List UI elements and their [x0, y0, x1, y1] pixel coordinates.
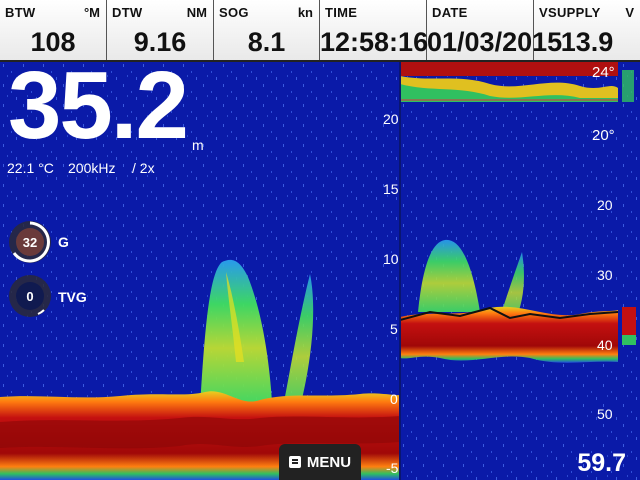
- scale-label: 5: [390, 321, 398, 337]
- scale-label: 15: [383, 181, 399, 197]
- vsupply-field[interactable]: VSUPPLY V 13.9: [534, 0, 640, 60]
- vsupply-value: 13.9: [560, 27, 614, 57]
- temperature-mark: 20°: [592, 127, 615, 144]
- scale-label: 20: [383, 111, 399, 127]
- gain-dial[interactable]: 32: [8, 220, 52, 264]
- scale-label: 10: [383, 251, 399, 267]
- range-readout: 59.7: [577, 449, 626, 477]
- date-field[interactable]: DATE 01/03/2015: [427, 0, 563, 60]
- tvg-label: TVG: [58, 289, 87, 305]
- btw-field[interactable]: BTW °M 108: [0, 0, 107, 60]
- dtw-field[interactable]: DTW NM 9.16: [107, 0, 214, 60]
- date-label: DATE: [432, 5, 468, 20]
- menu-button[interactable]: MENU: [279, 444, 361, 480]
- zoom-level: / 2x: [132, 160, 155, 176]
- btw-unit: °M: [83, 5, 100, 20]
- btw-label: BTW: [5, 5, 36, 20]
- time-field[interactable]: TIME 12:58:16: [320, 0, 429, 60]
- tvg-dial[interactable]: 0: [8, 274, 52, 318]
- time-label: TIME: [325, 5, 358, 20]
- dtw-label: DTW: [112, 5, 143, 20]
- depth-readout: 35.2: [8, 52, 189, 159]
- vsupply-unit: V: [625, 5, 634, 20]
- time-value: 12:58:16: [320, 27, 429, 57]
- sog-unit: kn: [297, 5, 313, 20]
- temperature-mark: 24°: [592, 64, 615, 81]
- sog-label: SOG: [219, 5, 249, 20]
- zoom-scale-label: 50: [597, 406, 613, 422]
- pane-divider[interactable]: [399, 62, 401, 480]
- gain-label: G: [58, 234, 69, 250]
- water-temperature: 22.1 °C: [7, 160, 54, 176]
- vsupply-label: VSUPPLY: [539, 5, 601, 20]
- zoom-scale-label: 20: [597, 197, 613, 213]
- menu-label: MENU: [306, 453, 352, 471]
- tvg-value: 0: [26, 289, 33, 304]
- sonar-frequency: 200kHz: [68, 160, 116, 176]
- zoom-scale-label: 30: [597, 267, 613, 283]
- date-value: 01/03/2015: [427, 27, 563, 57]
- sog-value: 8.1: [247, 27, 286, 57]
- scale-label: 0: [390, 391, 398, 407]
- scale-label: -5: [386, 460, 399, 476]
- gain-value: 32: [23, 235, 37, 250]
- menu-icon: [288, 456, 301, 468]
- zoom-scale-label: 40: [597, 337, 613, 353]
- sog-field[interactable]: SOG kn 8.1: [214, 0, 320, 60]
- dtw-unit: NM: [186, 5, 207, 20]
- depth-unit: m: [192, 137, 204, 153]
